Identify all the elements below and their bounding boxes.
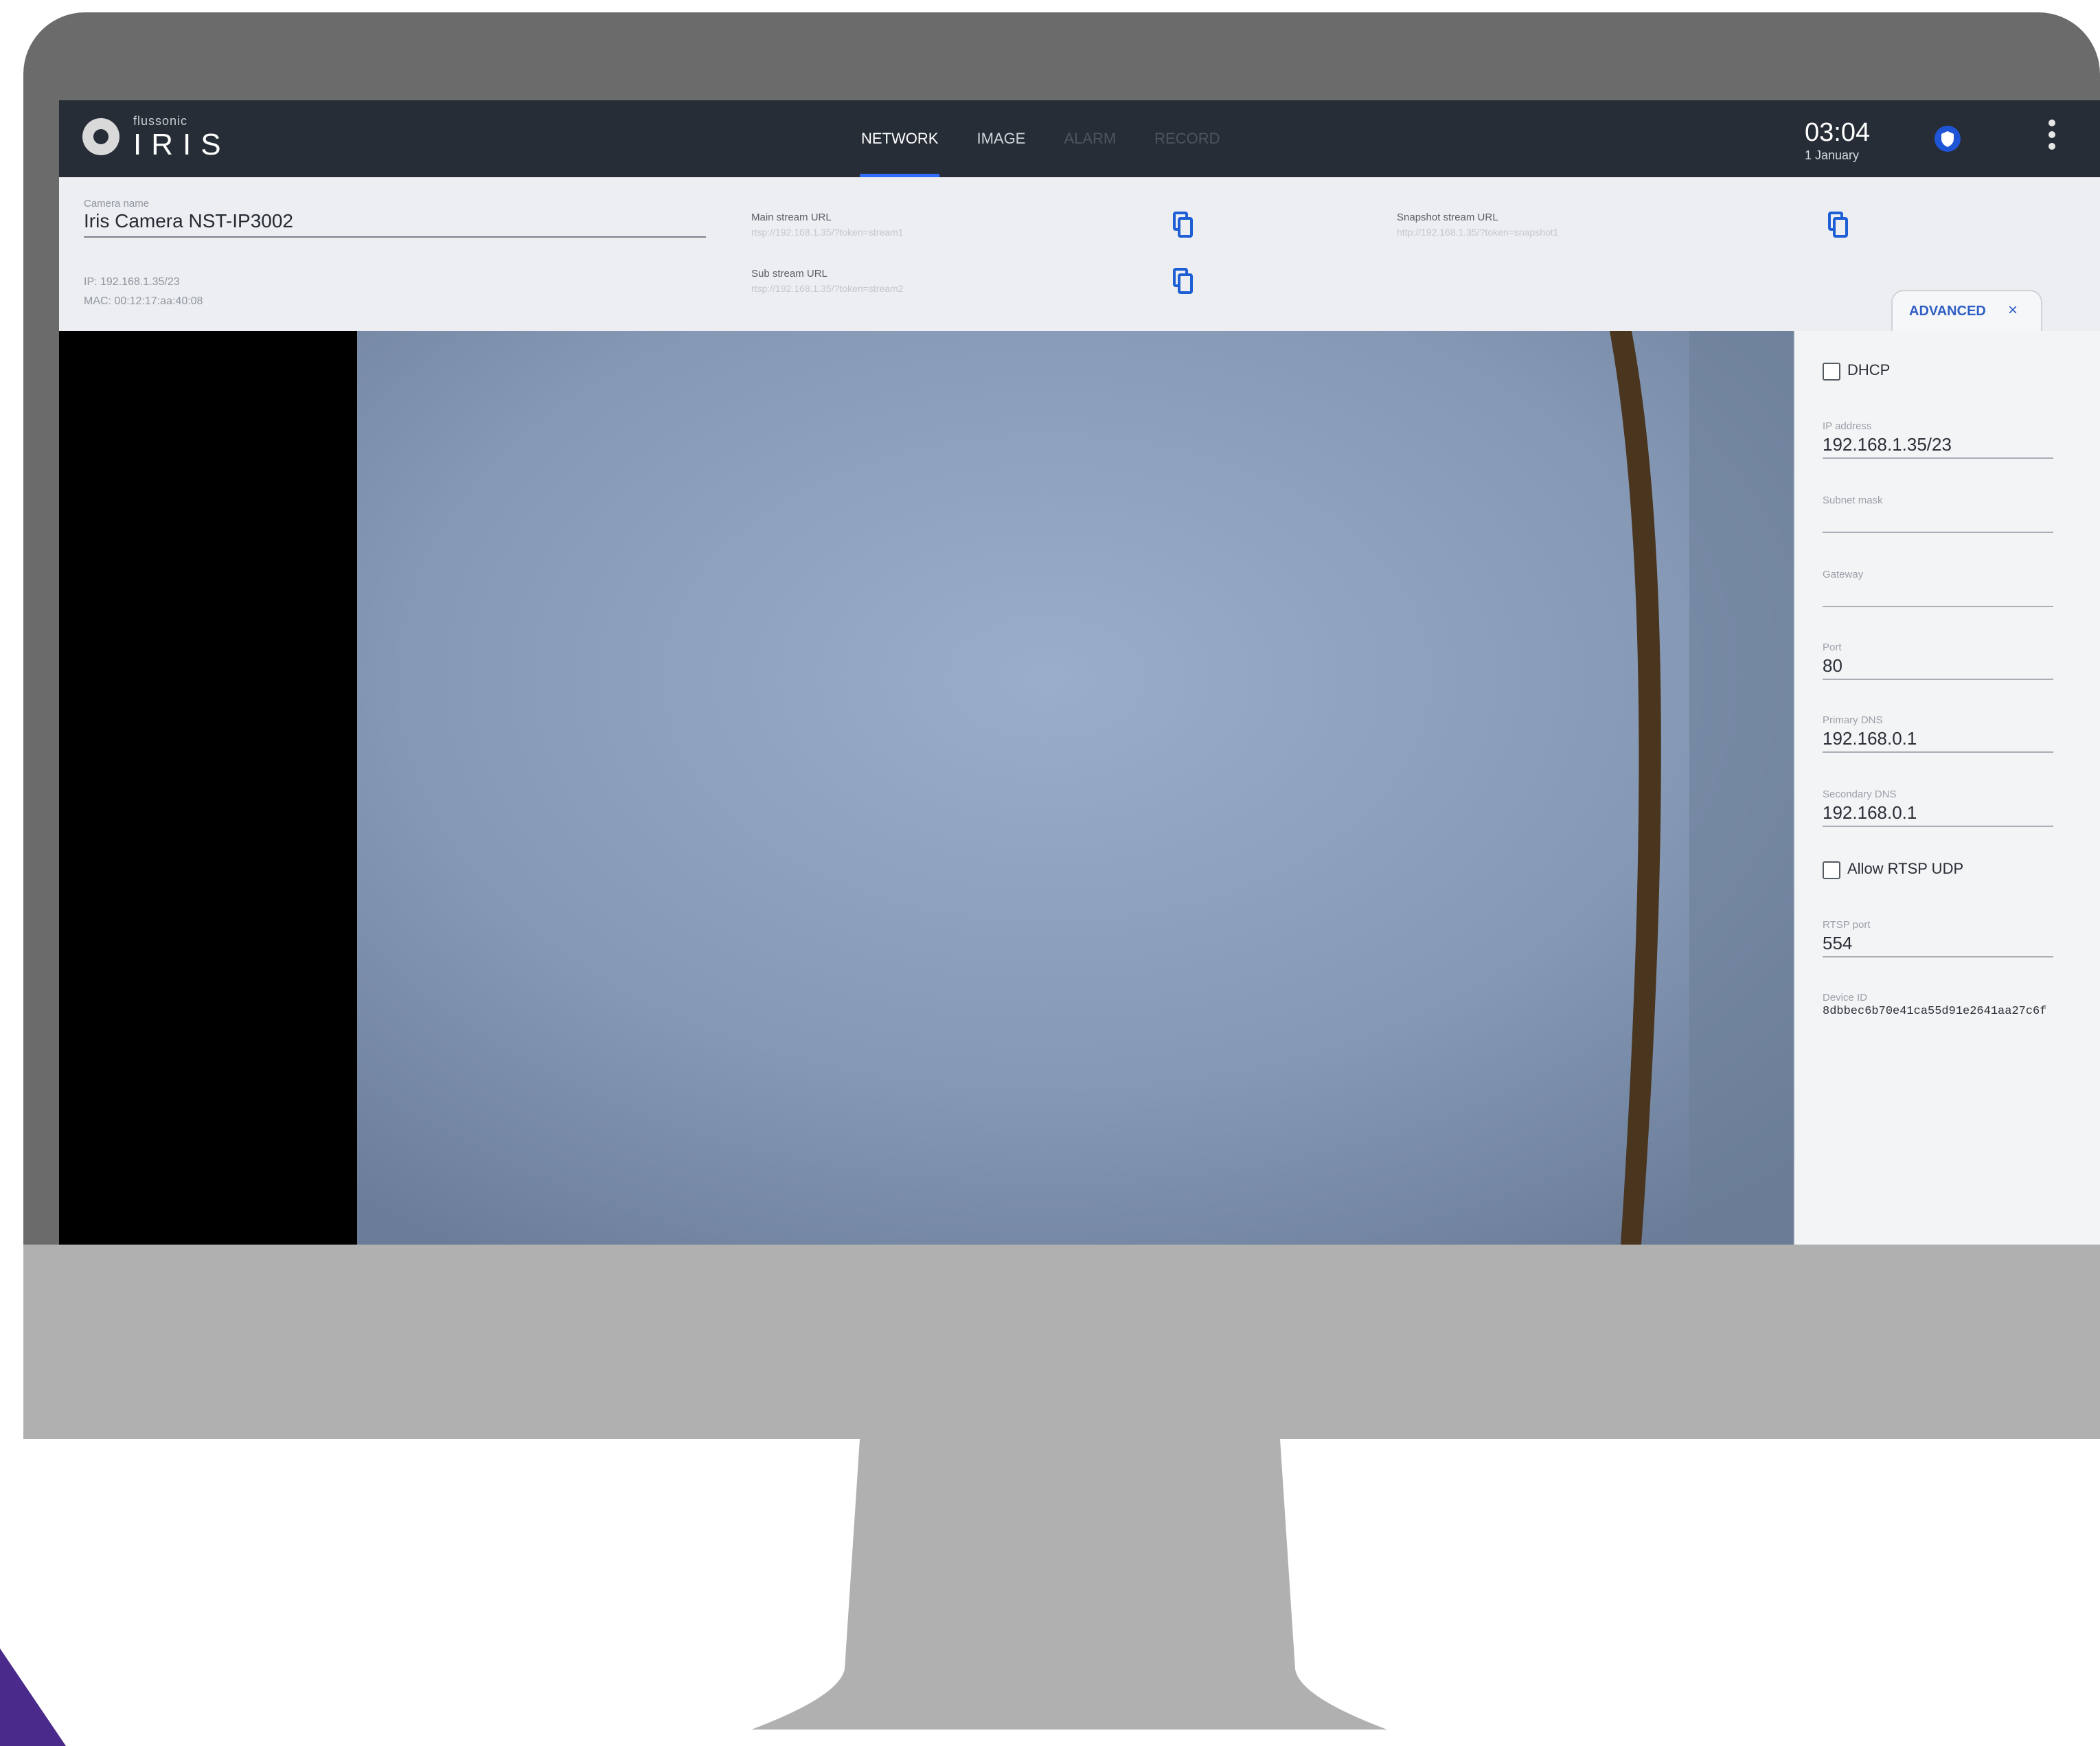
subnet-mask-underline [1823, 532, 2053, 533]
rtsp-port-underline [1823, 956, 2053, 957]
ip-address-label: IP address [1823, 420, 1872, 432]
allow-rtsp-udp-checkbox[interactable] [1823, 861, 1840, 879]
rtsp-port-input[interactable]: 554 [1823, 933, 1852, 954]
more-menu-icon[interactable] [2046, 120, 2057, 158]
primary-dns-underline [1823, 751, 2053, 753]
dhcp-label: DHCP [1847, 361, 1891, 378]
snapshot-stream-label: Snapshot stream URL [1397, 212, 1498, 223]
port-input[interactable]: 80 [1823, 655, 1842, 677]
sub-stream-url[interactable]: rtsp://192.168.1.35/?token=stream2 [751, 283, 903, 294]
secondary-dns-label: Secondary DNS [1823, 789, 1897, 800]
main-nav: NETWORK IMAGE ALARM RECORD [842, 100, 1240, 177]
logo-icon [82, 118, 119, 155]
gateway-label: Gateway [1823, 569, 1864, 580]
copy-main-url-icon[interactable] [1172, 212, 1195, 239]
snapshot-stream-url[interactable]: http://192.168.1.35/?token=snapshot1 [1397, 227, 1558, 238]
dhcp-checkbox[interactable] [1823, 363, 1840, 381]
camera-name-input[interactable]: Iris Camera NST-IP3002 [84, 210, 293, 232]
device-id-value: 8dbbec6b70e41ca55d91e2641aa27c6f [1823, 1005, 2047, 1018]
advanced-network-panel: DHCP IP address 192.168.1.35/23 Subnet m… [1794, 331, 2100, 1245]
subnet-mask-label: Subnet mask [1823, 495, 1883, 506]
secondary-dns-underline [1823, 826, 2053, 827]
advanced-tab-label: ADVANCED [1909, 304, 1986, 319]
gateway-underline [1823, 606, 2053, 607]
allow-rtsp-udp-label: Allow RTSP UDP [1847, 860, 1964, 877]
sub-stream-label: Sub stream URL [751, 268, 828, 280]
screen: flussonic IRIS NETWORK IMAGE ALARM RECOR… [59, 100, 2100, 1245]
close-icon[interactable]: × [2008, 301, 2018, 320]
secondary-dns-input[interactable]: 192.168.0.1 [1823, 802, 1917, 824]
tab-record[interactable]: RECORD [1135, 100, 1239, 177]
clock-time: 03:04 [1805, 118, 1871, 147]
brand-small: flussonic [133, 114, 188, 128]
tab-alarm[interactable]: ALARM [1045, 100, 1135, 177]
clock-date: 1 January [1805, 148, 1860, 162]
port-label: Port [1823, 642, 1842, 653]
ip-address-underline [1823, 457, 2053, 459]
ip-address-input[interactable]: 192.168.1.35/23 [1823, 434, 1952, 455]
top-bar: flussonic IRIS NETWORK IMAGE ALARM RECOR… [59, 100, 2100, 177]
rtsp-port-label: RTSP port [1823, 919, 1871, 931]
advanced-tab[interactable]: ADVANCED × [1891, 290, 2042, 332]
tab-network[interactable]: NETWORK [842, 100, 957, 177]
brand-title: IRIS [133, 128, 231, 161]
copy-sub-url-icon[interactable] [1172, 268, 1195, 295]
camera-name-label: Camera name [84, 198, 150, 209]
camera-ip: IP: 192.168.1.35/23 [84, 276, 180, 288]
primary-dns-label: Primary DNS [1823, 714, 1883, 726]
shield-icon[interactable] [1934, 125, 1961, 152]
copy-snapshot-url-icon[interactable] [1827, 212, 1850, 239]
port-underline [1823, 679, 2053, 680]
camera-info-panel: Camera name Iris Camera NST-IP3002 IP: 1… [59, 177, 2100, 331]
device-id-label: Device ID [1823, 992, 1868, 1004]
main-stream-label: Main stream URL [751, 212, 832, 223]
camera-video-feed[interactable] [357, 331, 1794, 1245]
video-letterbox [59, 331, 357, 1245]
primary-dns-input[interactable]: 192.168.0.1 [1823, 728, 1917, 749]
camera-name-underline [84, 236, 706, 238]
tab-image[interactable]: IMAGE [957, 100, 1045, 177]
main-stream-url[interactable]: rtsp://192.168.1.35/?token=stream1 [751, 227, 903, 238]
camera-mac: MAC: 00:12:17:aa:40:08 [84, 295, 203, 307]
